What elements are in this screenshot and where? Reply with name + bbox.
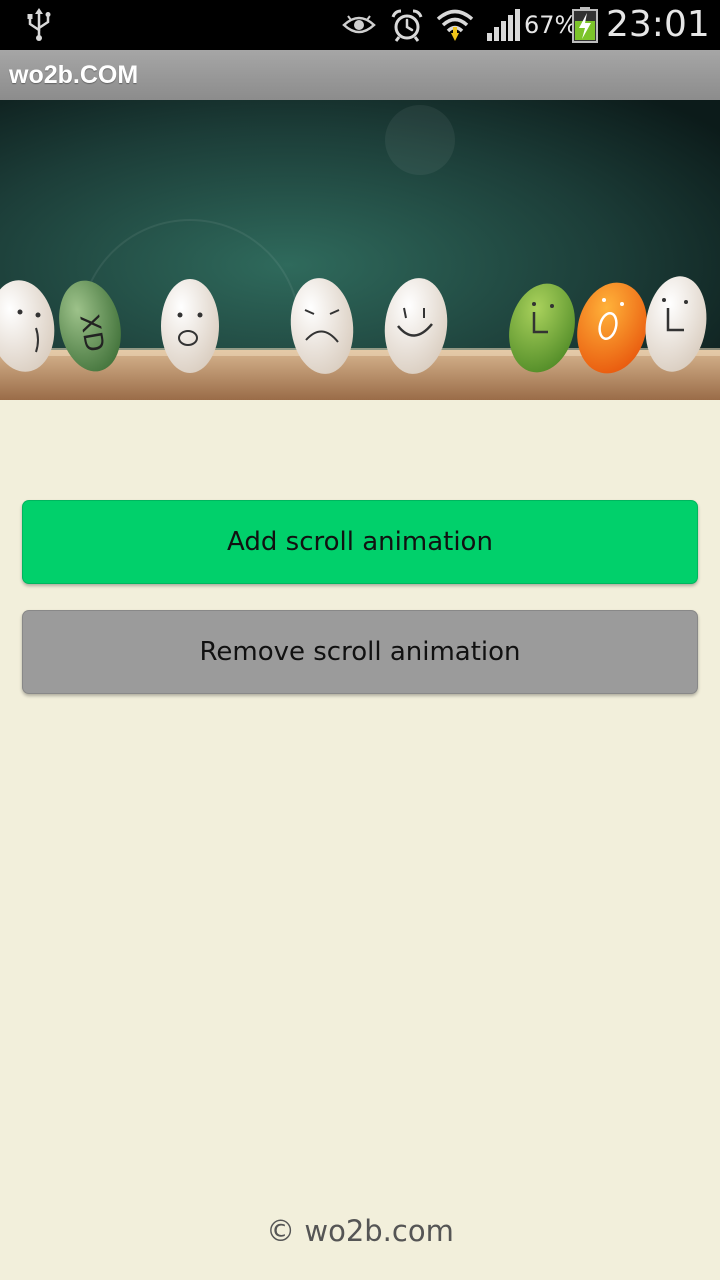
app-title-bar: wo2b.COM <box>0 50 720 100</box>
battery-charging-icon <box>572 0 598 50</box>
eye-icon <box>342 0 376 50</box>
banner-image: XD <box>0 100 720 400</box>
remove-scroll-animation-button[interactable]: Remove scroll animation <box>22 610 698 694</box>
pills-with-faces-image: XD <box>0 100 720 400</box>
clock: 23:01 <box>606 4 710 45</box>
signal-icon <box>486 0 520 50</box>
alarm-icon <box>390 0 424 50</box>
status-bar: 67% 23:01 <box>0 0 720 50</box>
add-scroll-animation-button[interactable]: Add scroll animation <box>22 500 698 584</box>
app-title: wo2b.COM <box>9 61 139 89</box>
wifi-icon <box>436 0 474 50</box>
footer-copyright: © wo2b.com <box>266 1214 454 1248</box>
usb-icon <box>26 0 52 50</box>
battery-percent: 67% <box>524 11 578 39</box>
